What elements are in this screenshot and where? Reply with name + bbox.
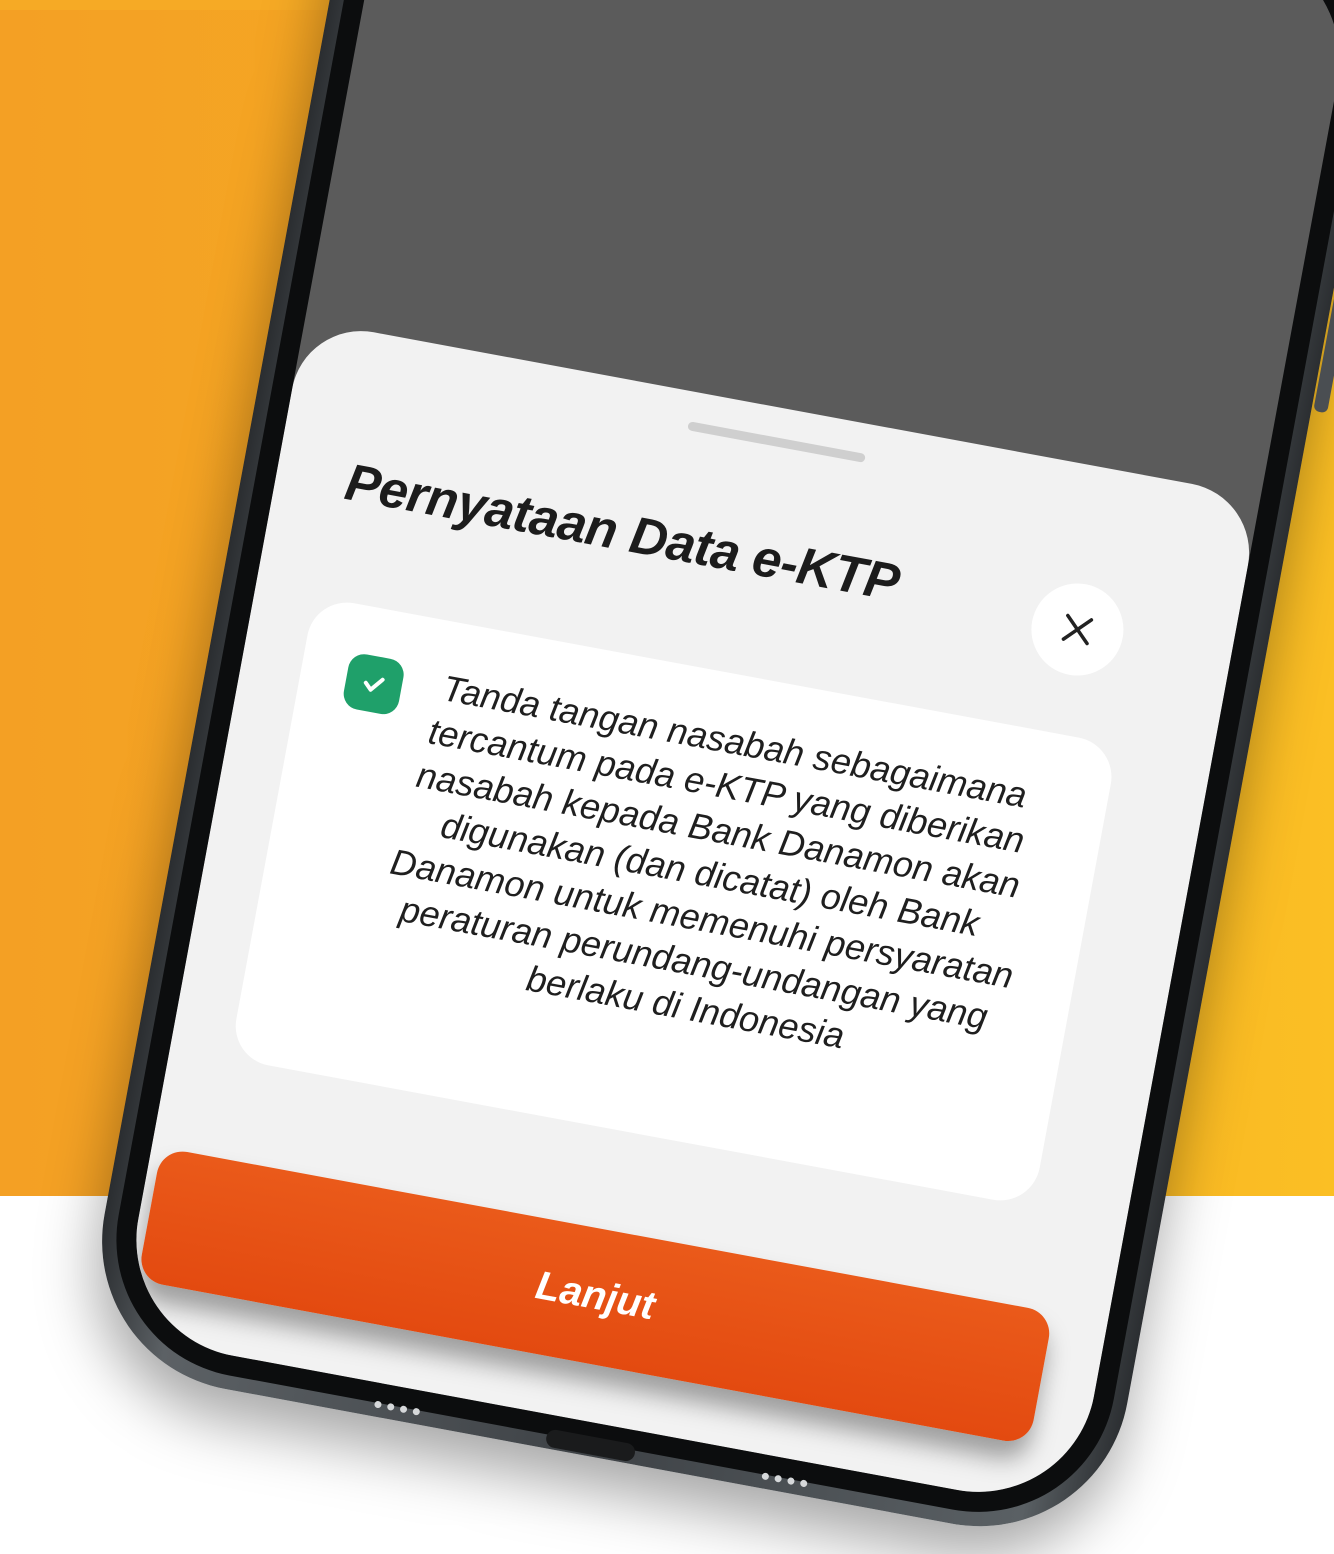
consent-checkbox[interactable] (341, 651, 407, 717)
check-icon (363, 677, 385, 692)
continue-button[interactable]: Lanjut (137, 1147, 1054, 1446)
close-icon (1061, 613, 1094, 646)
sheet-title: Pernyataan Data e-KTP (340, 453, 904, 613)
bottom-sheet: Pernyataan Data e-KTP Tanda tangan nasab… (116, 319, 1261, 1512)
consent-card: Tanda tangan nasabah sebagaimana tercant… (229, 595, 1119, 1207)
consent-text: Tanda tangan nasabah sebagaimana tercant… (387, 667, 1031, 1057)
close-button[interactable] (1023, 575, 1132, 684)
drag-handle[interactable] (687, 421, 866, 463)
